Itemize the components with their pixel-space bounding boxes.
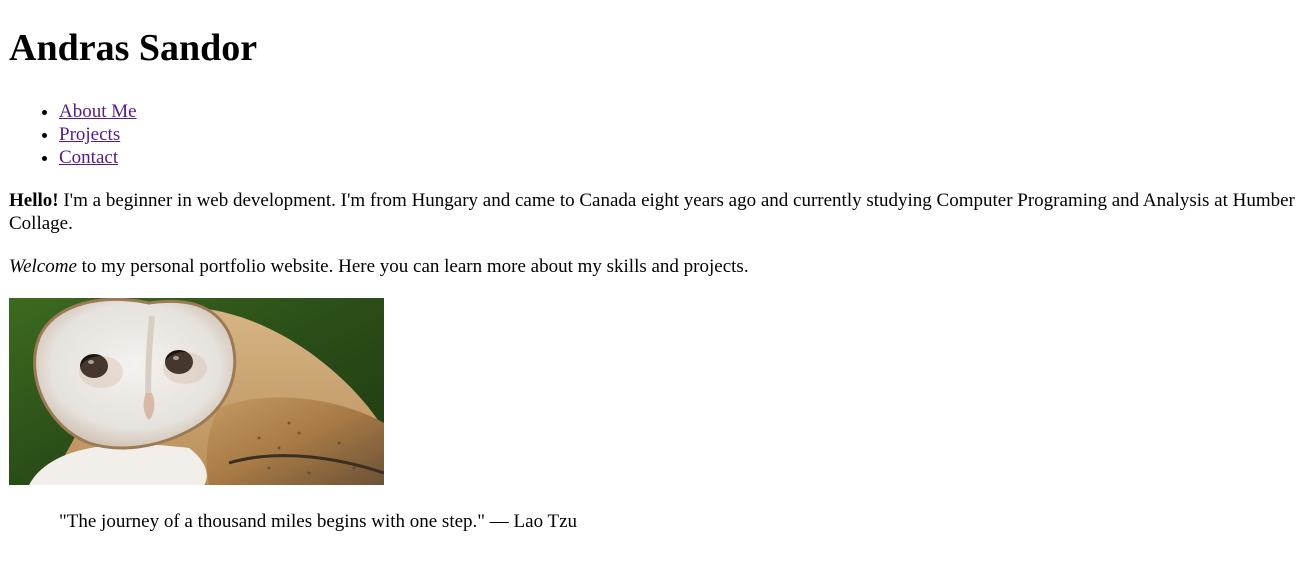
intro-paragraph: Hello! I'm a beginner in web development…: [9, 189, 1299, 235]
page-title: Andras Sandor: [9, 27, 258, 69]
page: Andras Sandor About Me Projects Contact …: [0, 26, 1313, 533]
nav-item-about: About Me: [59, 100, 1304, 123]
welcome-text: to my personal portfolio website. Here y…: [76, 256, 749, 277]
nav-link-about[interactable]: About Me: [59, 101, 137, 122]
owl-image: [9, 298, 384, 485]
welcome-paragraph: Welcome to my personal portfolio website…: [9, 255, 1304, 278]
nav-item-projects: Projects: [59, 123, 1304, 146]
nav-link-contact[interactable]: Contact: [59, 147, 118, 168]
intro-greeting: Hello!: [9, 190, 59, 211]
quote: "The journey of a thousand miles begins …: [59, 511, 578, 532]
nav-list: About Me Projects Contact: [9, 100, 1304, 169]
welcome-word: Welcome: [9, 256, 77, 277]
nav-link-projects[interactable]: Projects: [59, 124, 120, 145]
nav-item-contact: Contact: [59, 146, 1304, 169]
intro-text: I'm a beginner in web development. I'm f…: [9, 190, 1295, 234]
